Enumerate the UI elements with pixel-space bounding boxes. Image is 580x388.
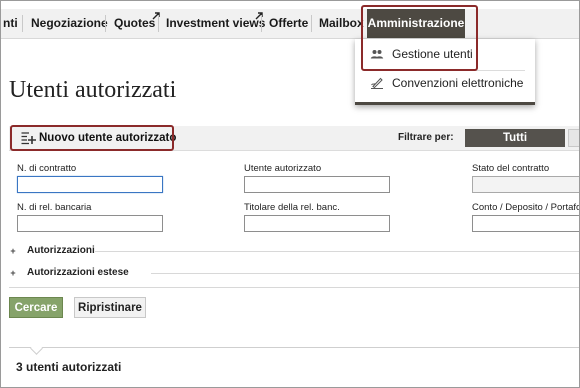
contract-number-field[interactable] [17,176,163,193]
nav-item-partial[interactable]: nti [1,9,24,38]
account-deposit-field[interactable] [472,215,579,232]
page-title: Utenti autorizzati [9,77,177,103]
results-count: 3 utenti autorizzati [16,360,122,374]
section-label: Autorizzazioni estese [27,267,129,278]
nav-separator [22,15,23,32]
bank-relation-field[interactable] [17,215,163,232]
section-divider [95,251,579,252]
contract-status-label: Stato del contratto [472,163,550,174]
authorized-user-field[interactable] [244,176,390,193]
results-divider [9,347,579,348]
expand-plus-icon: + [10,268,16,278]
search-button[interactable]: Cercare [9,297,63,318]
expand-plus-icon: + [10,246,16,256]
nav-item-label: Quotes [114,16,156,30]
results-notch [30,342,43,355]
contract-status-select[interactable] [472,176,579,193]
filter-tutti-button[interactable]: Tutti [465,129,565,147]
filter-next-button[interactable] [568,129,579,147]
relation-holder-field[interactable] [244,215,390,232]
section-autorizzazioni-estese[interactable]: + Autorizzazioni estese [9,267,579,281]
section-label: Autorizzazioni [27,245,95,256]
nav-item-quotes[interactable]: Quotes [108,9,160,38]
nav-separator [158,15,159,32]
form-divider [9,287,579,288]
menu-item-label: Convenzioni elettroniche [392,76,524,90]
nav-item-negoziazione[interactable]: Negoziazione [25,9,114,38]
nav-item-label: Investment views [166,16,266,30]
filter-label: Filtrare per: [398,132,454,143]
section-autorizzazioni[interactable]: + Autorizzazioni [9,245,579,259]
app-window: nti Negoziazione Quotes Investment views… [0,0,580,388]
section-divider [151,273,579,274]
nav-item-investment-views[interactable]: Investment views [160,9,265,38]
top-navigation: nti Negoziazione Quotes Investment views… [1,9,579,39]
reset-button[interactable]: Ripristinare [74,297,146,318]
bank-relation-label: N. di rel. bancaria [17,202,92,213]
contract-number-label: N. di contratto [17,163,77,174]
relation-holder-label: Titolare della rel. banc. [244,202,340,213]
nav-separator [311,15,312,32]
signature-icon [371,77,383,89]
account-deposit-label: Conto / Deposito / Portafoglio [472,202,579,213]
menu-item-convenzioni-elettroniche[interactable]: Convenzioni elettroniche [355,70,535,96]
nav-item-offerte[interactable]: Offerte [263,9,314,38]
nav-separator [105,15,106,32]
authorized-user-label: Utente autorizzato [244,163,322,174]
highlight-box [10,125,174,151]
nav-separator [261,15,262,32]
highlight-box [361,5,478,71]
